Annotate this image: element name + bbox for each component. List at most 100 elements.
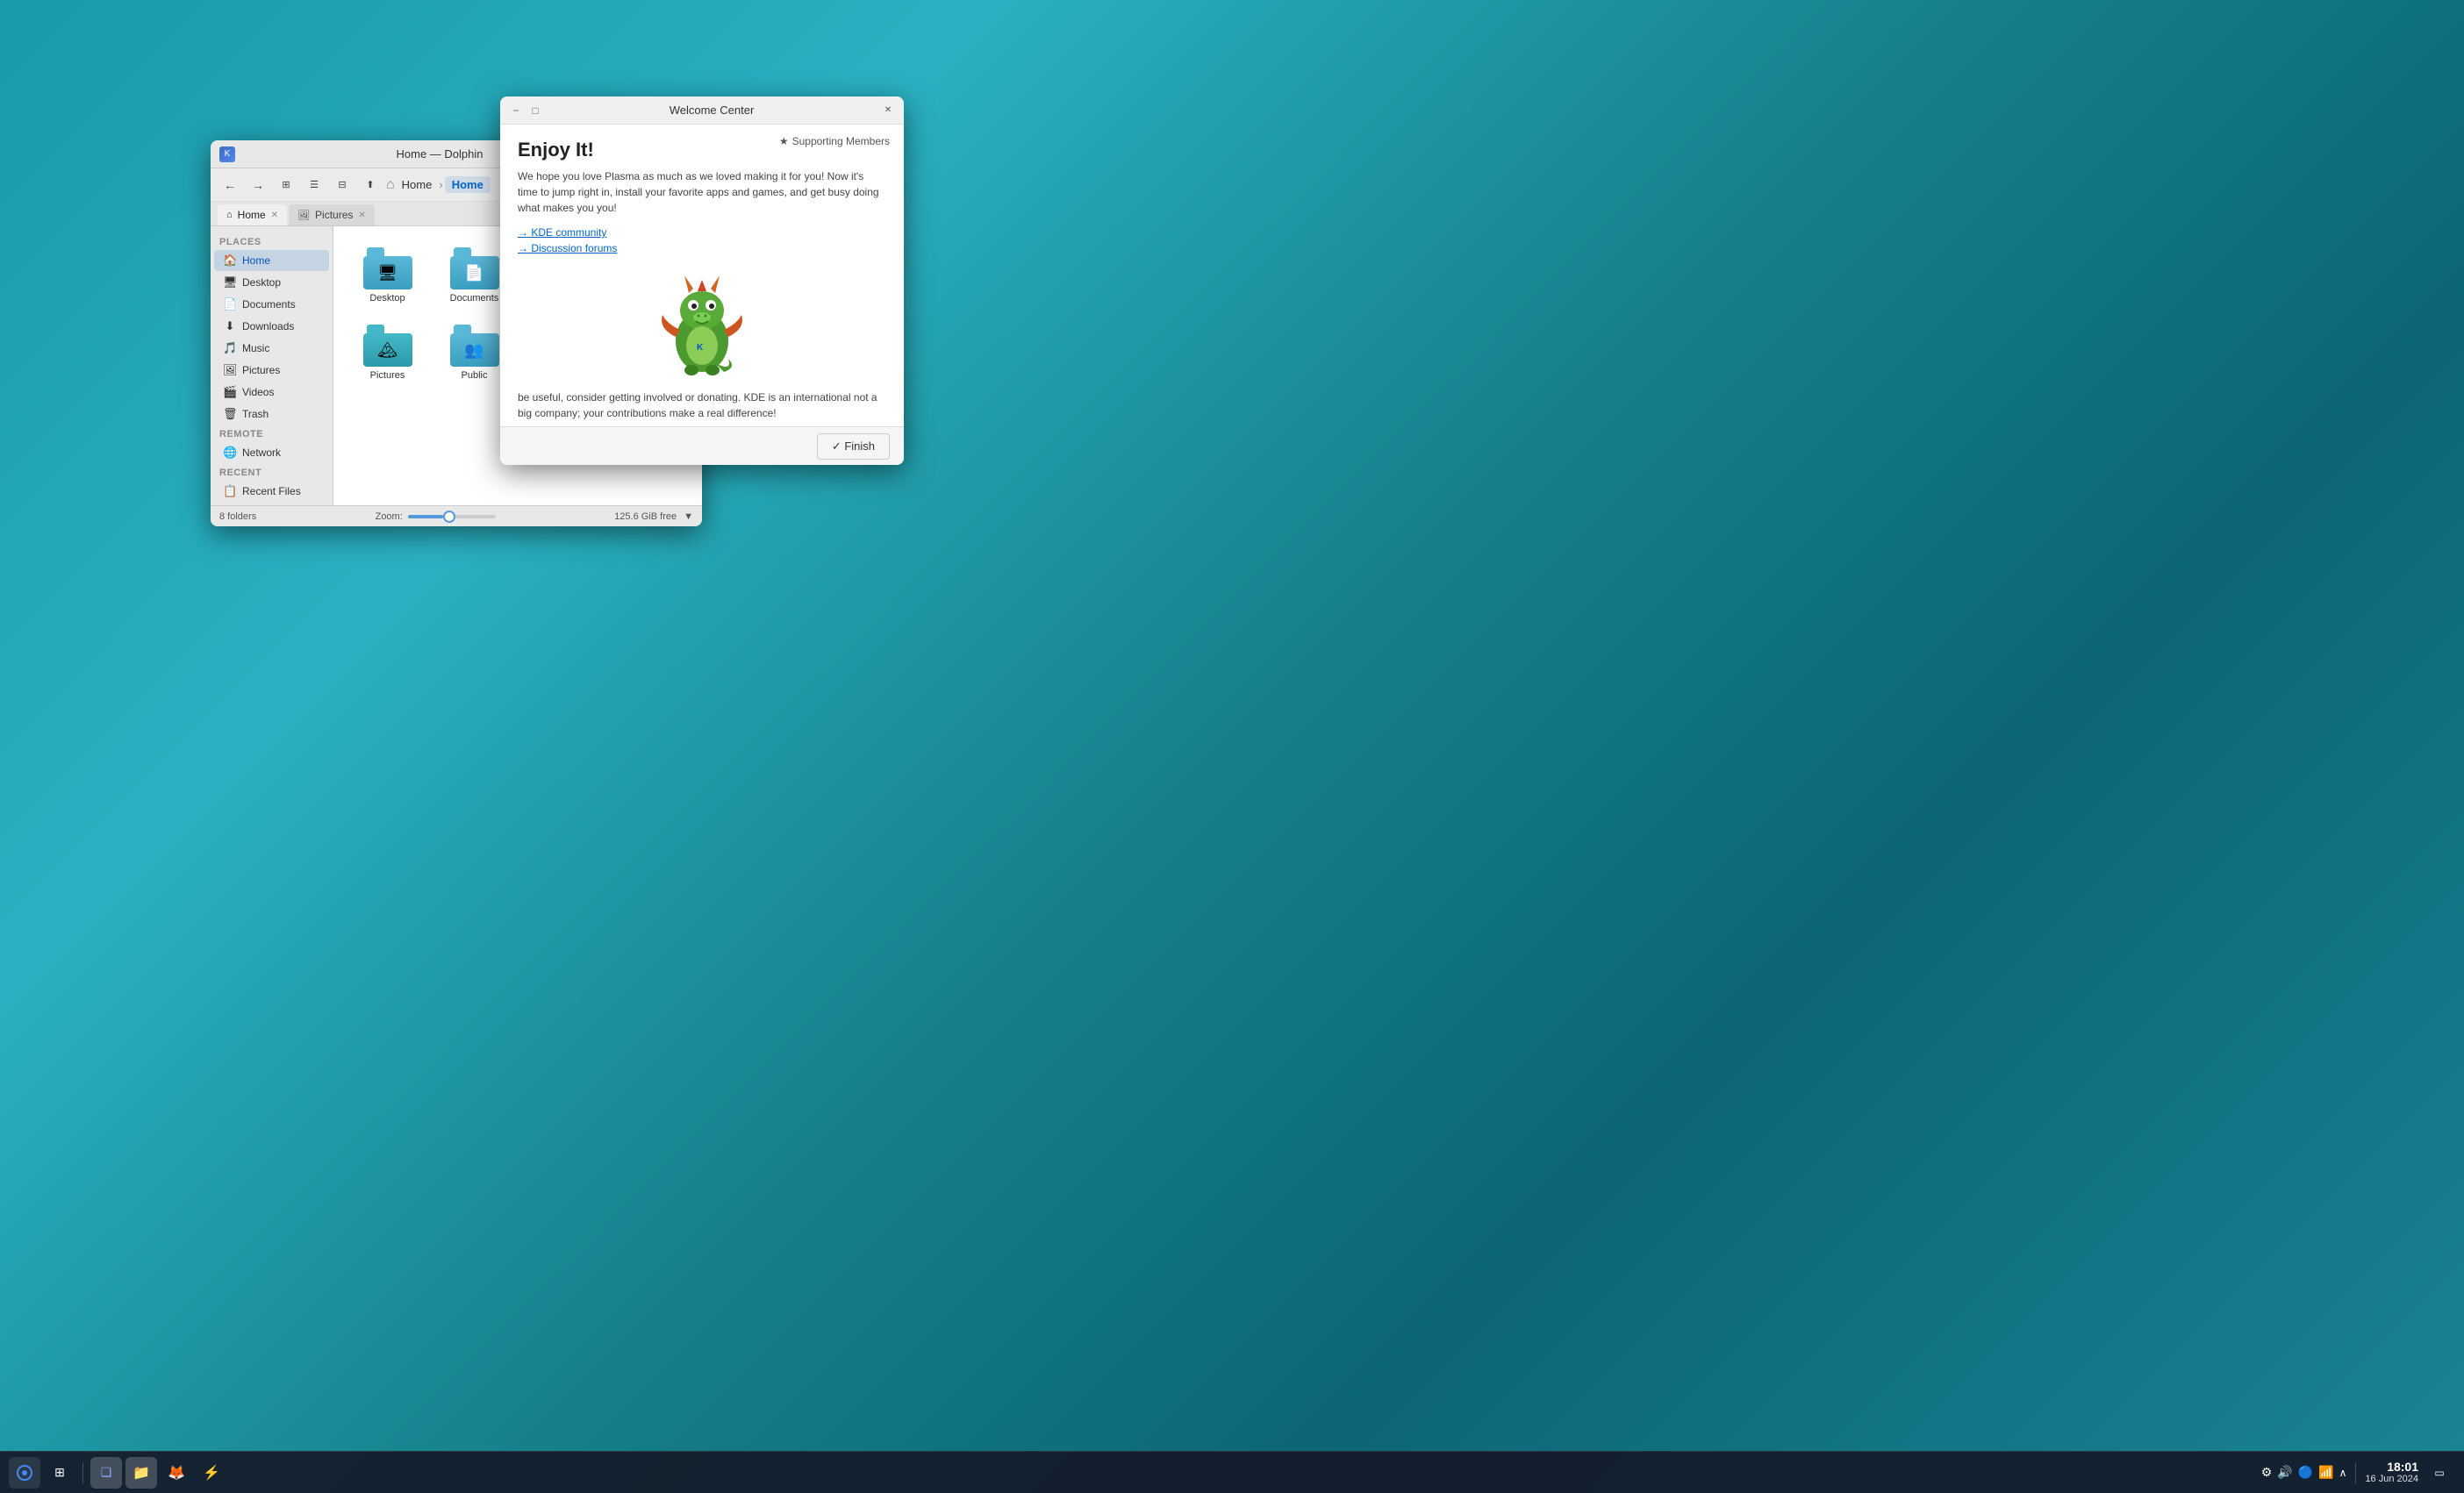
- sidebar-home-label: Home: [242, 254, 270, 267]
- supporting-members-badge[interactable]: ★ Supporting Members: [779, 135, 890, 147]
- clock-widget[interactable]: 18:01 16 Jun 2024: [2365, 1460, 2418, 1486]
- home-tab-icon: ⌂: [226, 210, 233, 220]
- sidebar-downloads-label: Downloads: [242, 320, 294, 332]
- pictures-folder-name: Pictures: [370, 370, 405, 381]
- svg-text:K: K: [697, 343, 704, 353]
- app-launcher-button[interactable]: [9, 1457, 40, 1489]
- up-button[interactable]: ⬆: [358, 173, 383, 197]
- show-desktop-button[interactable]: ▭: [2424, 1457, 2455, 1489]
- welcome-left-controls: − □: [509, 104, 542, 118]
- documents-folder-badge: 📄: [450, 256, 499, 289]
- home-breadcrumb-icon: ⌂: [386, 177, 395, 193]
- breadcrumb-separator: ›: [439, 178, 442, 191]
- firefox-taskbar-button[interactable]: 🦊: [161, 1457, 192, 1489]
- taskbar-left: ⊞ ❏ 📁 🦊 ⚡: [9, 1457, 227, 1489]
- discussion-forums-link[interactable]: → Discussion forums: [518, 242, 886, 254]
- sidebar-recent-files-label: Recent Files: [242, 485, 301, 497]
- home-breadcrumb[interactable]: Home: [397, 176, 438, 193]
- folder-pictures[interactable]: 🏔 Pictures: [347, 318, 427, 388]
- sidebar-desktop-label: Desktop: [242, 276, 281, 289]
- desktop-folder-icon: 🖥: [363, 247, 412, 289]
- dolphin-statusbar: 8 folders Zoom: 125.6 GiB free ▼: [211, 505, 702, 526]
- folder-count: 8 folders: [219, 511, 256, 522]
- recent-label: Recent: [211, 464, 333, 480]
- public-folder-name: Public: [462, 370, 488, 381]
- statusbar-expand-icon[interactable]: ▼: [684, 511, 693, 522]
- pictures-tab-close[interactable]: ✕: [358, 211, 365, 220]
- music-icon: 🎵: [223, 341, 237, 355]
- free-space: 125.6 GiB free: [614, 511, 677, 522]
- settings-tray-icon[interactable]: ⚙: [2261, 1465, 2273, 1480]
- virtual-desktop-button[interactable]: ⊞: [44, 1457, 75, 1489]
- dolphin-taskbar-button[interactable]: 📁: [125, 1457, 157, 1489]
- home-tab-label: Home: [238, 209, 266, 221]
- dolphin-taskbar-icon: 📁: [133, 1464, 150, 1482]
- sidebar-music-label: Music: [242, 342, 269, 354]
- home-current-breadcrumb[interactable]: Home: [445, 176, 491, 193]
- sidebar-item-network[interactable]: 🌐 Network: [214, 442, 329, 463]
- sidebar-item-downloads[interactable]: ⬇ Downloads: [214, 316, 329, 337]
- desktop-folder-name: Desktop: [369, 293, 405, 304]
- pictures-folder-icon: 🏔: [363, 325, 412, 367]
- welcome-window-title: Welcome Center: [542, 104, 881, 117]
- sidebar-item-recent-files[interactable]: 📋 Recent Files: [214, 481, 329, 502]
- sidebar-item-videos[interactable]: 🎬 Videos: [214, 382, 329, 403]
- folder-desktop[interactable]: 🖥 Desktop: [347, 240, 427, 311]
- back-button[interactable]: ←: [218, 173, 242, 197]
- tab-home[interactable]: ⌂ Home ✕: [218, 204, 287, 225]
- task1-icon: ❏: [101, 1465, 112, 1480]
- sidebar-item-pictures[interactable]: 🖼 Pictures: [214, 360, 329, 381]
- sidebar-trash-label: Trash: [242, 408, 269, 420]
- sidebar-videos-label: Videos: [242, 386, 274, 398]
- taskbar-separator-1: [82, 1462, 83, 1483]
- compact-view-button[interactable]: ⊟: [330, 173, 355, 197]
- screen-content: K Home — Dolphin − □ ✕ ← → ⊞ ☰ ⊟ ⬆: [0, 0, 2464, 1493]
- taskbar: ⊞ ❏ 📁 🦊 ⚡ ⚙: [0, 1451, 2464, 1493]
- desktop-icon: 🖥: [223, 275, 237, 289]
- forward-button[interactable]: →: [246, 173, 270, 197]
- wifi-tray-icon[interactable]: 📶: [2318, 1465, 2333, 1480]
- sidebar-item-trash[interactable]: 🗑 Trash: [214, 404, 329, 425]
- welcome-minimize-button[interactable]: −: [509, 104, 523, 118]
- expand-tray-button[interactable]: ∧: [2339, 1467, 2347, 1479]
- home-tab-close[interactable]: ✕: [271, 211, 278, 220]
- finish-button[interactable]: ✓ Finish: [817, 433, 890, 460]
- volume-tray-icon[interactable]: 🔊: [2277, 1465, 2292, 1480]
- zoom-label: Zoom:: [376, 511, 403, 522]
- system-tray: ⚙ 🔊 🔵 📶 ∧: [2261, 1465, 2347, 1480]
- pictures-tab-label: Pictures: [315, 209, 353, 221]
- welcome-maximize-button[interactable]: □: [528, 104, 542, 118]
- zoom-fill: [408, 515, 443, 518]
- supporting-members-label: Supporting Members: [792, 135, 890, 147]
- sidebar-item-documents[interactable]: 📄 Documents: [214, 294, 329, 315]
- bluetooth-tray-icon[interactable]: 🔵: [2298, 1465, 2313, 1480]
- plasma-logo-icon: [16, 1464, 33, 1482]
- welcome-footer: ✓ Finish: [500, 426, 904, 465]
- kde-community-link[interactable]: → KDE community: [518, 226, 886, 239]
- virtual-desktop-icon: ⊞: [54, 1465, 65, 1480]
- icon-view-button[interactable]: ⊞: [274, 173, 298, 197]
- home-icon: 🏠: [223, 254, 237, 268]
- sidebar-pictures-label: Pictures: [242, 364, 280, 376]
- tab-pictures[interactable]: 🖼 Pictures ✕: [289, 204, 375, 225]
- pictures-folder-badge: 🏔: [363, 333, 412, 367]
- recent-files-icon: 📋: [223, 484, 237, 498]
- task-manager-app1[interactable]: ❏: [90, 1457, 122, 1489]
- sidebar-item-home[interactable]: 🏠 Home: [214, 250, 329, 271]
- clock-date: 16 Jun 2024: [2365, 1474, 2418, 1485]
- konqi-mascot: K: [649, 267, 755, 381]
- places-label: Places: [211, 233, 333, 249]
- welcome-text-1: We hope you love Plasma as much as we lo…: [518, 168, 886, 216]
- welcome-close-button[interactable]: ✕: [881, 104, 895, 118]
- zoom-thumb[interactable]: [443, 511, 455, 523]
- list-view-button[interactable]: ☰: [302, 173, 326, 197]
- firefox-icon: 🦊: [168, 1464, 185, 1482]
- discover-taskbar-button[interactable]: ⚡: [196, 1457, 227, 1489]
- desktop-background: K Home — Dolphin − □ ✕ ← → ⊞ ☰ ⊟ ⬆: [0, 0, 2464, 1493]
- mascot-area: K: [518, 258, 886, 389]
- kde-icon: K: [219, 146, 235, 162]
- sidebar-item-music[interactable]: 🎵 Music: [214, 338, 329, 359]
- sidebar-item-desktop[interactable]: 🖥 Desktop: [214, 272, 329, 293]
- clock-time: 18:01: [2365, 1460, 2418, 1475]
- zoom-slider-container: Zoom:: [263, 511, 607, 522]
